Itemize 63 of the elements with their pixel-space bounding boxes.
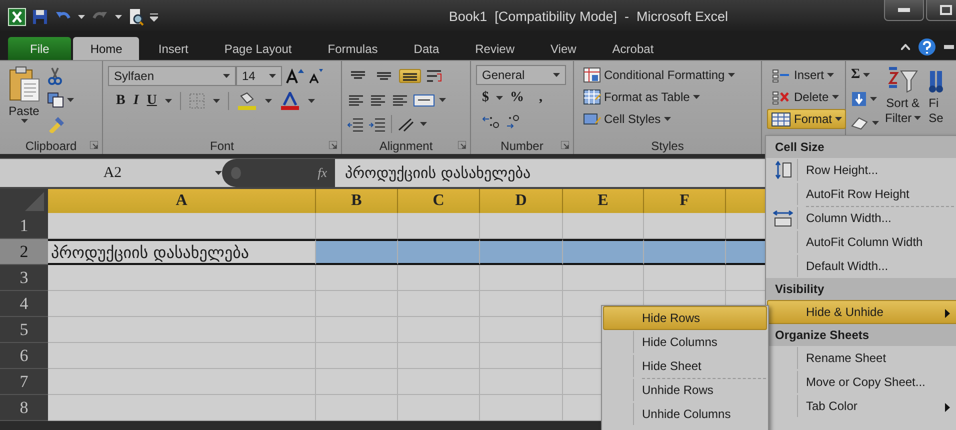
row-header[interactable]: 8	[0, 395, 48, 421]
menu-section-header: Cell Size	[775, 140, 824, 154]
grid-cell[interactable]: პროდუქციის დასახელება	[48, 239, 316, 265]
row-header[interactable]: 4	[0, 291, 48, 317]
menu-item[interactable]: Hide Sheet	[603, 354, 767, 378]
italic-button[interactable]: I	[133, 93, 139, 109]
row-header[interactable]: 1	[0, 213, 48, 239]
styles-menu-button[interactable]: Format as Table	[579, 87, 739, 107]
ribbon-tab[interactable]: View	[534, 37, 594, 60]
ribbon-tab[interactable]: Page Layout	[207, 37, 309, 60]
menu-item[interactable]: Hide & Unhide	[767, 300, 956, 324]
group-label: Clipboard	[25, 138, 77, 152]
menu-item[interactable]: Default Width...	[767, 254, 956, 278]
column-header[interactable]: F	[644, 189, 726, 213]
menu-item[interactable]: Unhide Rows	[603, 378, 767, 402]
ribbon-tab[interactable]: Acrobat	[595, 37, 671, 60]
column-header[interactable]: C	[398, 189, 480, 213]
sort-filter-button[interactable]: Sort & Filter	[885, 65, 921, 154]
ribbon-tab[interactable]: Formulas	[310, 37, 395, 60]
window-title: Book1 [Compatibility Mode] - Microsoft Excel	[448, 9, 728, 24]
menu-item[interactable]: AutoFit Column Width	[767, 230, 956, 254]
styles-menu-button[interactable]: Cell Styles	[579, 109, 739, 129]
menu-item[interactable]: Unhide Columns	[603, 402, 767, 426]
autosum-button[interactable]: Σ	[851, 67, 860, 83]
comma-style-button[interactable]: ,	[539, 90, 542, 106]
font-name-dropdown[interactable]: Sylfaen	[108, 66, 236, 86]
insert-function-button[interactable]: fx	[318, 165, 327, 181]
menu-item[interactable]: Hide Rows	[603, 306, 767, 330]
ribbon-tab[interactable]: Insert	[141, 37, 206, 60]
underline-button[interactable]: U	[146, 93, 157, 109]
menu-section-header: Organize Sheets	[775, 328, 870, 342]
menu-section-header: Visibility	[775, 282, 824, 296]
ribbon-tab[interactable]: File	[8, 37, 72, 60]
ribbon-tab[interactable]: Home	[73, 37, 140, 60]
find-select-button[interactable]: Fi Se	[924, 65, 944, 154]
currency-button[interactable]: $	[482, 90, 489, 106]
font-size-dropdown[interactable]: 14	[236, 66, 282, 86]
cells-menu-button[interactable]: Delete	[767, 87, 846, 107]
percent-button[interactable]: %	[510, 90, 524, 106]
cells-menu-button[interactable]: Insert	[767, 65, 846, 85]
row-header[interactable]: 7	[0, 369, 48, 395]
menu-item[interactable]: Row Height...	[767, 158, 956, 182]
row-header[interactable]: 3	[0, 265, 48, 291]
row-header[interactable]: 2	[0, 239, 48, 265]
row-header[interactable]: 5	[0, 317, 48, 343]
name-box[interactable]: A2	[0, 159, 222, 187]
paste-button[interactable]: Paste	[5, 65, 43, 137]
column-header[interactable]: D	[480, 189, 563, 213]
group-label: Font	[210, 138, 234, 152]
menu-item[interactable]: Hide Columns	[603, 330, 767, 354]
column-header[interactable]: A	[48, 189, 316, 213]
styles-menu-button[interactable]: Conditional Formatting	[579, 65, 739, 85]
ribbon-tab[interactable]: Review	[458, 37, 532, 60]
group-label: Number	[500, 138, 544, 152]
group-label: Styles	[651, 138, 684, 152]
number-format-dropdown[interactable]: General	[476, 65, 566, 85]
group-label: Alignment	[379, 138, 433, 152]
ribbon-tab[interactable]: Data	[396, 37, 456, 60]
cells-menu-button[interactable]: Format	[767, 109, 846, 129]
row-header[interactable]: 6	[0, 343, 48, 369]
bold-button[interactable]: B	[116, 93, 126, 109]
column-header[interactable]: B	[316, 189, 398, 213]
column-header[interactable]: E	[563, 189, 644, 213]
